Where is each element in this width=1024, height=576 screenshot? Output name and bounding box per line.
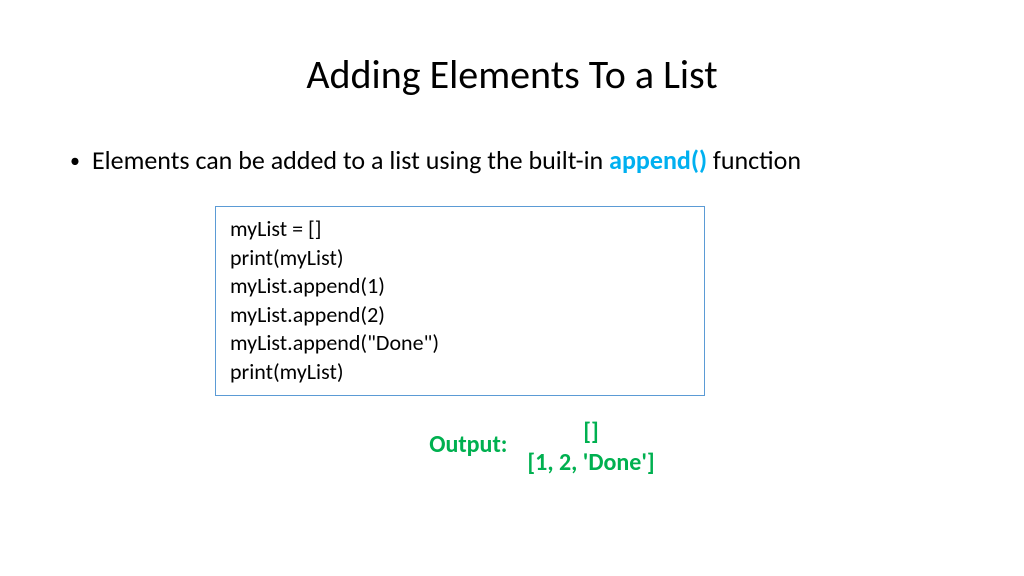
bullet-dot-icon: • — [70, 149, 80, 173]
code-block: myList = [] print(myList) myList.append(… — [215, 206, 705, 396]
bullet-item: • Elements can be added to a list using … — [70, 144, 964, 176]
slide-title: Adding Elements To a List — [60, 50, 964, 99]
code-line: print(myList) — [230, 358, 690, 387]
output-label: Output: — [429, 430, 507, 459]
bullet-highlight: append() — [609, 144, 707, 176]
code-line: print(myList) — [230, 244, 690, 273]
output-line: [1, 2, 'Done'] — [527, 447, 654, 478]
code-line: myList.append(1) — [230, 272, 690, 301]
output-line: [] — [527, 416, 654, 447]
code-line: myList.append("Done") — [230, 329, 690, 358]
output-section: Output: [] [1, 2, 'Done'] — [60, 416, 964, 478]
bullet-text: Elements can be added to a list using th… — [92, 144, 801, 176]
code-line: myList.append(2) — [230, 301, 690, 330]
bullet-text-pre: Elements can be added to a list using th… — [92, 144, 609, 176]
bullet-text-post: function — [707, 144, 801, 176]
output-values: [] [1, 2, 'Done'] — [527, 416, 654, 478]
code-line: myList = [] — [230, 215, 690, 244]
